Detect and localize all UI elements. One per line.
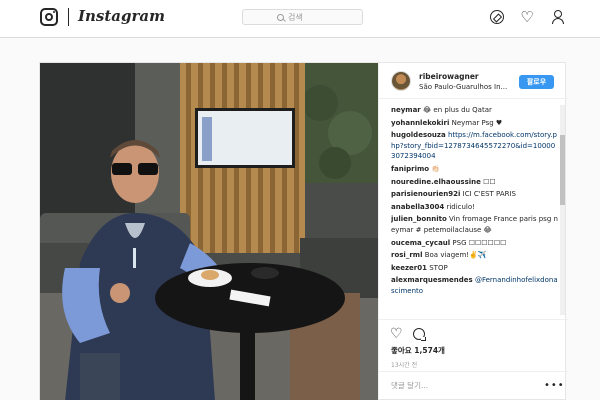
comment-text: ICI C'EST PARIS xyxy=(462,190,516,199)
comment-user[interactable]: rosi_rml xyxy=(391,251,422,259)
like-heart-icon[interactable]: ♡ xyxy=(390,327,403,341)
post-location[interactable]: São Paulo-Guarulhos In... xyxy=(419,83,529,91)
instagram-wordmark[interactable]: Instagram xyxy=(78,7,165,25)
profile-icon[interactable] xyxy=(551,10,565,24)
comment-user[interactable]: faniprimo xyxy=(391,165,429,173)
follow-button[interactable]: 팔로우 xyxy=(519,75,554,89)
post-sidebar: ribeirowagner São Paulo-Guarulhos In... … xyxy=(378,63,568,400)
comment-item: oucema_cycaul PSG ☐☐☐☐☐☐ xyxy=(391,238,559,249)
instagram-logo-icon[interactable] xyxy=(40,8,58,26)
avatar[interactable] xyxy=(391,71,411,91)
comment-user[interactable]: yohannlekokiri xyxy=(391,119,449,127)
comment-item: neymar 😂 en plus du Qatar xyxy=(391,105,559,116)
comment-text: PSG ☐☐☐☐☐☐ xyxy=(452,238,507,247)
comment-text: ridiculo! xyxy=(446,202,475,211)
comment-user[interactable]: oucema_cycaul xyxy=(391,239,450,247)
search-icon xyxy=(277,13,284,21)
logo-divider xyxy=(68,8,69,26)
comment-text: 👏🏻 xyxy=(431,164,441,173)
post-photo[interactable] xyxy=(40,63,378,400)
comment-text: Neymar Psg ♥ xyxy=(451,118,503,127)
comment-item: faniprimo 👏🏻 xyxy=(391,164,559,175)
comment-item: nouredine.elhaoussine ☐☐ xyxy=(391,177,559,188)
post-author[interactable]: ribeirowagner xyxy=(419,72,479,81)
comment-text: STOP xyxy=(429,263,448,272)
comments-scrollbar[interactable] xyxy=(560,105,565,315)
scrollbar-thumb[interactable] xyxy=(560,135,565,205)
compass-icon[interactable] xyxy=(490,10,504,24)
comment-user[interactable]: keezer01 xyxy=(391,264,427,272)
comment-list: neymar 😂 en plus du Qatar yohannlekokiri… xyxy=(391,105,559,315)
post-photo-illustration xyxy=(40,63,378,400)
comment-text: Boa viagem!✌️✈️ xyxy=(424,251,487,260)
post-header: ribeirowagner São Paulo-Guarulhos In... … xyxy=(379,63,568,99)
comment-user[interactable]: neymar xyxy=(391,106,421,114)
comment-user[interactable]: parisienourien92i xyxy=(391,190,460,198)
comment-item: alexmarquesmendes @Fernandinhofelixdonas… xyxy=(391,275,559,296)
comment-item: yohannlekokiri Neymar Psg ♥ xyxy=(391,118,559,129)
comment-item: hugoldesouza https://m.facebook.com/stor… xyxy=(391,130,559,162)
comment-user[interactable]: anabella3004 xyxy=(391,203,444,211)
comment-input[interactable] xyxy=(391,381,531,390)
comment-bubble-icon[interactable] xyxy=(413,328,426,341)
comment-item: keezer01 STOP xyxy=(391,263,559,274)
comment-user[interactable]: hugoldesouza xyxy=(391,131,446,139)
post-timestamp[interactable]: 13시간 전 xyxy=(391,360,417,369)
post-card: ribeirowagner São Paulo-Guarulhos In... … xyxy=(39,62,568,400)
comment-item: parisienourien92i ICI C'EST PARIS xyxy=(391,189,559,200)
add-comment-bar: ••• xyxy=(379,371,568,400)
heart-icon[interactable]: ♡ xyxy=(520,10,534,25)
comment-text: ☐☐ xyxy=(483,177,496,186)
search-box[interactable] xyxy=(242,9,363,25)
top-navigation-bar: Instagram ♡ xyxy=(0,0,600,38)
comment-user[interactable]: alexmarquesmendes xyxy=(391,276,473,284)
more-options-icon[interactable]: ••• xyxy=(544,380,565,391)
comment-item: julien_bonnito Vin fromage France paris … xyxy=(391,214,559,235)
comment-user[interactable]: julien_bonnito xyxy=(391,215,447,223)
comment-text: 😂 en plus du Qatar xyxy=(423,106,492,114)
comment-user[interactable]: nouredine.elhaoussine xyxy=(391,178,481,186)
post-actions: ♡ 좋아요 1,574개 13시간 전 xyxy=(379,319,568,379)
comment-item: anabella3004 ridiculo! xyxy=(391,202,559,213)
likes-count[interactable]: 좋아요 1,574개 xyxy=(391,345,445,356)
comment-item: rosi_rml Boa viagem!✌️✈️ xyxy=(391,250,559,261)
search-input[interactable] xyxy=(288,12,328,22)
